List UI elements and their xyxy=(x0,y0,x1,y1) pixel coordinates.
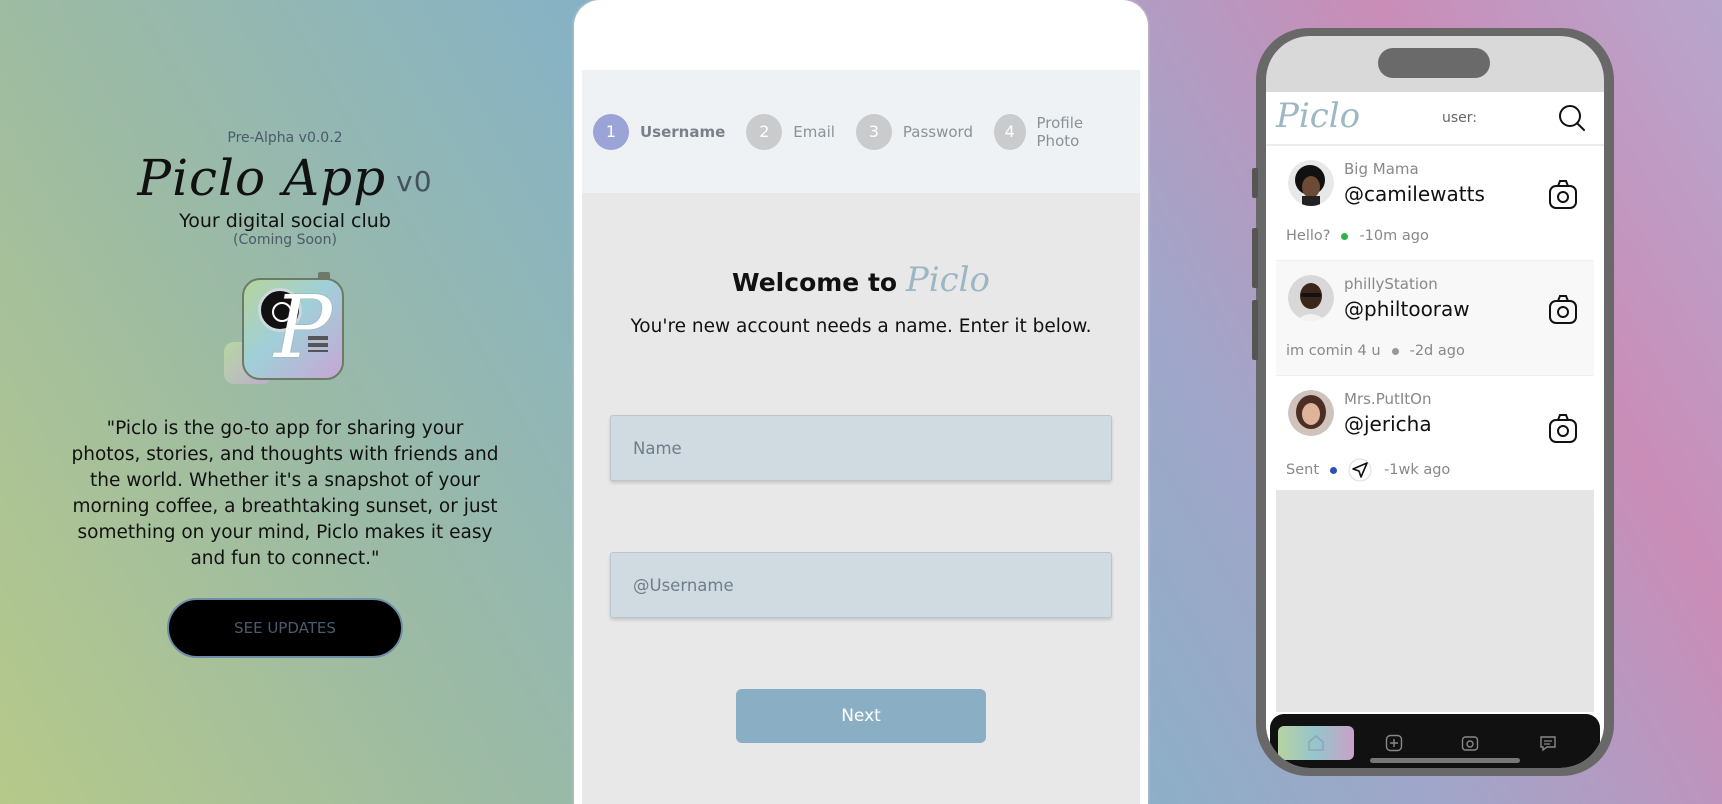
signup-stepper: 1 Username 2 Email 3 Password 4 Profile … xyxy=(582,70,1140,193)
step-number: 1 xyxy=(593,113,629,150)
signup-panel: 1 Username 2 Email 3 Password 4 Profile … xyxy=(574,0,1148,804)
camera-icon xyxy=(1461,736,1479,751)
avatar xyxy=(1288,275,1334,321)
step-email[interactable]: 2 Email xyxy=(746,113,835,150)
signup-instructions: You're new account needs a name. Enter i… xyxy=(630,316,1092,337)
sent-icon xyxy=(1348,458,1372,482)
message-meta: Hello? -10m ago xyxy=(1286,228,1429,244)
coming-soon-label: (Coming Soon) xyxy=(233,232,337,248)
step-label: Profile Photo xyxy=(1036,113,1084,150)
nav-add[interactable] xyxy=(1356,726,1432,760)
display-name: phillyStation xyxy=(1344,275,1438,293)
feed-card[interactable]: phillyStation @philtooraw im comin 4 u -… xyxy=(1276,261,1594,376)
step-password[interactable]: 3 Password xyxy=(855,113,973,150)
see-updates-button[interactable]: SEE UPDATES xyxy=(167,598,403,658)
status-dot xyxy=(1330,466,1338,474)
app-topbar: Piclo user: xyxy=(1266,92,1604,146)
step-label: Password xyxy=(902,122,973,141)
version-label: Pre-Alpha v0.0.2 xyxy=(227,130,343,146)
message-meta: im comin 4 u -2d ago xyxy=(1286,343,1465,359)
step-number: 2 xyxy=(746,113,783,150)
phone-app: Piclo user: Big Mama @camilewatts Hello?… xyxy=(1266,92,1604,768)
message-time: -1wk ago xyxy=(1384,462,1451,478)
app-title-version: v0 xyxy=(396,165,433,198)
message-time: -10m ago xyxy=(1359,228,1429,244)
app-description: "Piclo is the go-to app for sharing your… xyxy=(71,418,499,569)
feed-card[interactable]: Big Mama @camilewatts Hello? -10m ago xyxy=(1276,146,1594,261)
step-number: 4 xyxy=(994,113,1026,150)
camera-icon[interactable] xyxy=(1548,412,1578,444)
search-icon[interactable] xyxy=(1558,104,1586,132)
welcome-text: Welcome to xyxy=(732,268,898,297)
feed-empty-area xyxy=(1276,490,1594,712)
camera-icon[interactable] xyxy=(1548,293,1578,325)
avatar xyxy=(1288,390,1334,436)
step-number: 3 xyxy=(855,113,892,150)
feed-card[interactable]: Mrs.PutItOn @jericha Sent -1wk ago xyxy=(1276,376,1594,491)
piclo-logo-icon: P xyxy=(224,270,344,390)
nav-home[interactable] xyxy=(1278,726,1354,760)
user-label: user: xyxy=(1442,110,1478,126)
status-dot xyxy=(1341,232,1349,240)
home-indicator xyxy=(1370,758,1520,763)
name-input[interactable] xyxy=(610,415,1112,481)
welcome-heading: Welcome to Piclo xyxy=(582,260,1140,300)
message-meta: Sent -1wk ago xyxy=(1286,458,1450,482)
message-status: Sent xyxy=(1286,462,1320,478)
display-name: Big Mama xyxy=(1344,160,1419,178)
message-status: im comin 4 u xyxy=(1286,343,1381,359)
nav-messages[interactable] xyxy=(1510,726,1586,760)
feed-list: Big Mama @camilewatts Hello? -10m ago ph… xyxy=(1276,146,1594,491)
add-icon xyxy=(1385,734,1403,752)
nav-camera[interactable] xyxy=(1432,726,1508,760)
camera-icon[interactable] xyxy=(1548,178,1578,210)
bottom-nav xyxy=(1270,714,1600,768)
message-status: Hello? xyxy=(1286,228,1331,244)
step-profile-photo[interactable]: 4 Profile Photo xyxy=(994,113,1119,150)
step-label: Email xyxy=(793,122,835,141)
tagline: Your digital social club xyxy=(179,210,391,232)
home-icon xyxy=(1308,734,1324,751)
messages-icon xyxy=(1540,736,1556,752)
step-label: Username xyxy=(640,122,726,141)
status-dot xyxy=(1391,347,1399,355)
user-handle: @jericha xyxy=(1344,412,1432,436)
phone-preview: Piclo user: Big Mama @camilewatts Hello?… xyxy=(1252,28,1614,776)
user-handle: @philtooraw xyxy=(1344,297,1470,321)
app-title-text: Piclo App xyxy=(137,149,387,207)
display-name: Mrs.PutItOn xyxy=(1344,390,1432,408)
dynamic-island xyxy=(1378,48,1490,78)
app-logo: Piclo xyxy=(1276,96,1361,136)
phone-screen: Piclo user: Big Mama @camilewatts Hello?… xyxy=(1266,36,1604,768)
username-input[interactable] xyxy=(610,552,1112,618)
welcome-brand: Piclo xyxy=(905,260,990,300)
hero-section: Pre-Alpha v0.0.2 Piclo App v0 Your digita… xyxy=(60,130,510,658)
message-time: -2d ago xyxy=(1409,343,1465,359)
user-handle: @camilewatts xyxy=(1344,182,1485,206)
app-title: Piclo App v0 xyxy=(60,150,510,210)
avatar xyxy=(1288,160,1334,206)
next-button[interactable]: Next xyxy=(736,689,986,743)
signup-form: 1 Username 2 Email 3 Password 4 Profile … xyxy=(582,70,1140,804)
step-username[interactable]: 1 Username xyxy=(593,113,726,150)
